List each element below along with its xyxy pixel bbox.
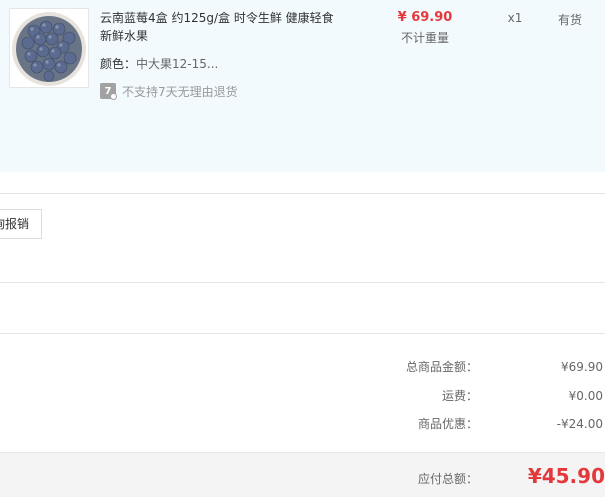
- attr-value: 中大果12-15...: [136, 57, 219, 71]
- total-amount: ¥45.90: [527, 464, 605, 488]
- quantity: x1: [507, 11, 523, 25]
- invoice-button[interactable]: 询报销: [0, 209, 43, 239]
- summary-label: 商品优惠：: [417, 417, 478, 431]
- no-return-icon: 7: [100, 83, 117, 100]
- summary-label: 总商品金额：: [405, 360, 478, 374]
- weight-note: 不计重量: [400, 31, 449, 45]
- return-policy-text: 不支持7天无理由退货: [122, 84, 238, 99]
- return-policy: 7 不支持7天无理由退货: [100, 82, 238, 100]
- divider: [0, 193, 605, 194]
- unit-price: ¥ 69.90: [397, 10, 453, 25]
- divider: [0, 282, 605, 283]
- blueberry-bowl-image: [10, 9, 88, 87]
- total-label: 应付总额：: [417, 472, 478, 486]
- summary-row-discount: 商品优惠： -¥24.00: [0, 414, 605, 434]
- invoice-button-label: 询报销: [0, 217, 30, 231]
- attr-label: 颜色：: [100, 57, 137, 71]
- summary-row-shipping: 运费： ¥0.00: [0, 386, 605, 406]
- summary-value: ¥69.90: [561, 360, 603, 374]
- product-thumbnail[interactable]: [9, 8, 89, 88]
- summary-label: 运费：: [441, 389, 478, 403]
- product-title[interactable]: 云南蓝莓4盒 约125g/盒 时令生鲜 健康轻食新鲜水果: [100, 9, 345, 45]
- summary-value: -¥24.00: [556, 417, 603, 431]
- product-attribute: 颜色：中大果12-15...: [100, 56, 218, 72]
- stock-status: 有货: [557, 13, 582, 27]
- summary-value: ¥0.00: [568, 389, 603, 403]
- total-bar: 应付总额： ¥45.90: [0, 452, 605, 497]
- divider: [0, 333, 605, 334]
- summary-row-goods: 总商品金额： ¥69.90: [0, 357, 605, 377]
